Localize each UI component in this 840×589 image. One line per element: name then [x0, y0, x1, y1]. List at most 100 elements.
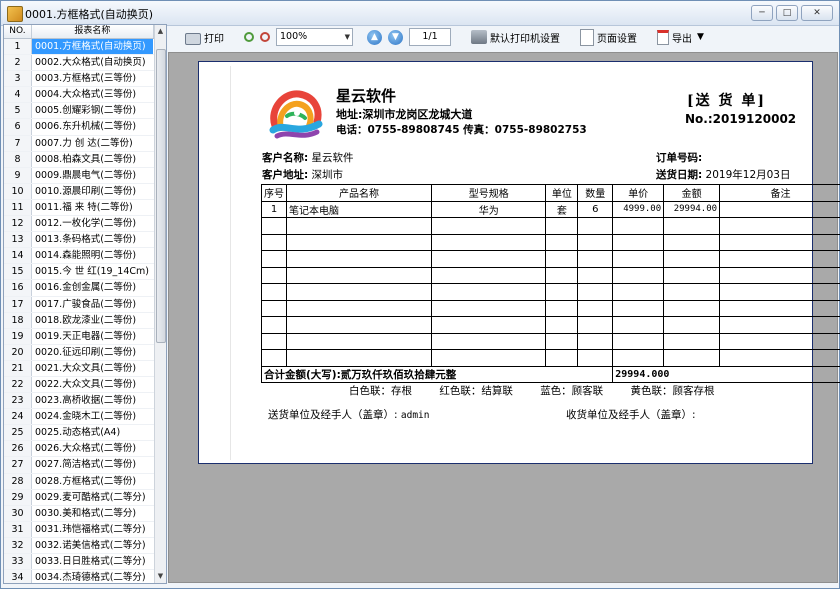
list-item[interactable]: 18 0018.欧龙漆业(二等份): [4, 312, 154, 329]
document-number: No.:2019120002: [685, 112, 797, 126]
list-item[interactable]: 3 0003.方框格式(三等份): [4, 71, 154, 88]
empty-cell: [663, 349, 721, 367]
empty-cell: [431, 332, 547, 350]
window-title: 0001.方框格式(自动换页): [25, 8, 154, 21]
list-item-no: 8: [4, 151, 32, 167]
list-item[interactable]: 29 0029.麦可酷格式(二等分): [4, 489, 154, 506]
minimize-button[interactable]: ─: [751, 5, 773, 21]
list-item[interactable]: 11 0011.福 来 特(二等份): [4, 199, 154, 217]
list-item[interactable]: 28 0028.方框格式(二等份): [4, 473, 154, 490]
list-item[interactable]: 25 0025.动态格式(A4): [4, 425, 154, 442]
page-indicator-field[interactable]: 1/1: [406, 27, 454, 47]
close-button[interactable]: ✕: [801, 5, 833, 21]
maximize-button[interactable]: □: [776, 5, 798, 21]
empty-cell: [285, 332, 433, 350]
column-header: 备注: [719, 184, 840, 202]
list-item[interactable]: 7 0007.力 创 达(二等份): [4, 135, 154, 152]
empty-cell: [612, 233, 665, 251]
list-item[interactable]: 34 0034.杰琦德格式(二等分): [4, 570, 154, 583]
list-item[interactable]: 19 0019.天正电器(二等份): [4, 328, 154, 345]
column-header-name[interactable]: 报表名称: [32, 25, 154, 38]
list-item[interactable]: 14 0014.森能照明(二等份): [4, 248, 154, 265]
list-item-name: 0015.今 世 红(19_14Cm): [35, 266, 149, 278]
list-item[interactable]: 31 0031.玮恺福格式(二等分): [4, 521, 154, 538]
column-header-no[interactable]: NO.: [4, 25, 32, 38]
page-indicator: 1/1: [409, 28, 451, 46]
list-item-no: 24: [4, 409, 32, 425]
default-printer-button[interactable]: 默认打印机设置: [468, 27, 563, 47]
sender-label: 送货单位及经手人（盖章）:: [268, 409, 398, 421]
empty-cell: [261, 233, 287, 251]
list-item[interactable]: 17 0017.广骏食品(二等份): [4, 296, 154, 313]
empty-cell: [612, 217, 665, 235]
list-item[interactable]: 1 0001.方框格式(自动换页): [4, 39, 154, 56]
list-item-no: 13: [4, 232, 32, 248]
export-icon: [657, 29, 669, 45]
previous-page-button[interactable]: ▲: [364, 27, 385, 47]
empty-cell: [663, 266, 721, 284]
list-item[interactable]: 4 0004.大众格式(三等份): [4, 87, 154, 104]
list-item[interactable]: 15 0015.今 世 红(19_14Cm): [4, 264, 154, 281]
delivery-date-value: 2019年12月03日: [705, 169, 791, 181]
document-title: [送 货 单]: [687, 93, 766, 109]
empty-cell: [431, 316, 547, 334]
list-item[interactable]: 26 0026.大众格式(二等份): [4, 441, 154, 458]
list-item[interactable]: 13 0013.条码格式(二等份): [4, 232, 154, 249]
list-item[interactable]: 9 0009.鼎晨电气(二等份): [4, 167, 154, 184]
list-item-name: 0030.美和格式(二等分): [35, 507, 137, 519]
list-item[interactable]: 10 0010.源晨印刷(二等份): [4, 183, 154, 200]
list-item[interactable]: 21 0021.大众文具(二等份): [4, 360, 154, 377]
list-item-name: 0019.天正电器(二等份): [35, 330, 137, 342]
list-item[interactable]: 33 0033.日日胜格式(二等分): [4, 554, 154, 571]
chevron-down-icon[interactable]: ▼: [697, 32, 704, 42]
copy-blue: 蓝色：顾客联: [540, 385, 604, 397]
list-item-name: 0003.方框格式(三等份): [35, 73, 137, 85]
next-page-button[interactable]: ▼: [385, 27, 406, 47]
empty-cell: [285, 250, 433, 268]
list-item[interactable]: 5 0005.创耀彩钢(二等份): [4, 103, 154, 120]
zoom-in-button[interactable]: [241, 27, 257, 47]
list-item-name: 0022.大众文具(二等份): [35, 378, 137, 390]
list-item[interactable]: 12 0012.一枚化学(二等份): [4, 216, 154, 233]
list-item-no: 3: [4, 71, 32, 87]
zoom-select[interactable]: 100% ▼: [273, 27, 356, 47]
list-item-no: 29: [4, 489, 32, 505]
list-item[interactable]: 2 0002.大众格式(自动换页): [4, 55, 154, 72]
report-list-header: NO. 报表名称: [4, 25, 154, 39]
empty-cell: [719, 299, 840, 317]
list-item-name: 0010.源晨印刷(二等份): [35, 185, 137, 197]
page-setup-button[interactable]: 页面设置: [577, 27, 640, 47]
list-item-no: 15: [4, 264, 32, 280]
vertical-scrollbar[interactable]: ▲ ▼: [154, 25, 166, 583]
list-item-no: 22: [4, 376, 32, 393]
empty-cell: [577, 332, 614, 350]
list-item[interactable]: 8 0008.柏森文具(二等份): [4, 151, 154, 168]
list-item-name: 0012.一枚化学(二等份): [35, 218, 137, 230]
print-preview-area[interactable]: 星云软件 地址:深圳市龙岗区龙城大道 电话：0755-89808745 传真：0…: [168, 52, 840, 583]
list-item[interactable]: 16 0016.金创金属(二等份): [4, 280, 154, 297]
list-item-no: 5: [4, 103, 32, 119]
default-printer-label: 默认打印机设置: [490, 33, 560, 45]
table-row-empty: [261, 332, 840, 350]
print-button[interactable]: 打印: [182, 27, 227, 47]
list-item[interactable]: 24 0024.金晓木工(二等份): [4, 409, 154, 426]
paper-page: 星云软件 地址:深圳市龙岗区龙城大道 电话：0755-89808745 传真：0…: [198, 61, 840, 464]
scroll-down-arrow-icon[interactable]: ▼: [155, 571, 166, 582]
list-item-name: 0027.简洁格式(二等份): [35, 459, 137, 471]
export-button[interactable]: 导出 ▼: [654, 27, 707, 47]
list-item-name: 0033.日日胜格式(二等分): [35, 556, 146, 567]
empty-cell: [719, 349, 840, 367]
list-item[interactable]: 6 0006.东升机械(二等份): [4, 119, 154, 136]
list-item[interactable]: 27 0027.简洁格式(二等份): [4, 457, 154, 474]
scrollbar-thumb[interactable]: [156, 49, 166, 343]
list-item[interactable]: 30 0030.美和格式(二等分): [4, 505, 154, 522]
zoom-out-button[interactable]: [257, 27, 273, 47]
empty-cell: [285, 299, 433, 317]
list-item[interactable]: 32 0032.诺美信格式(二等分): [4, 537, 154, 554]
scroll-up-arrow-icon[interactable]: ▲: [155, 26, 166, 37]
list-item[interactable]: 22 0022.大众文具(二等份): [4, 376, 154, 394]
list-item[interactable]: 20 0020.征远印刷(二等份): [4, 344, 154, 361]
zoom-in-icon: [244, 32, 254, 42]
list-item[interactable]: 23 0023.高桥收据(二等份): [4, 393, 154, 410]
cell-spec: 华为: [431, 200, 547, 218]
